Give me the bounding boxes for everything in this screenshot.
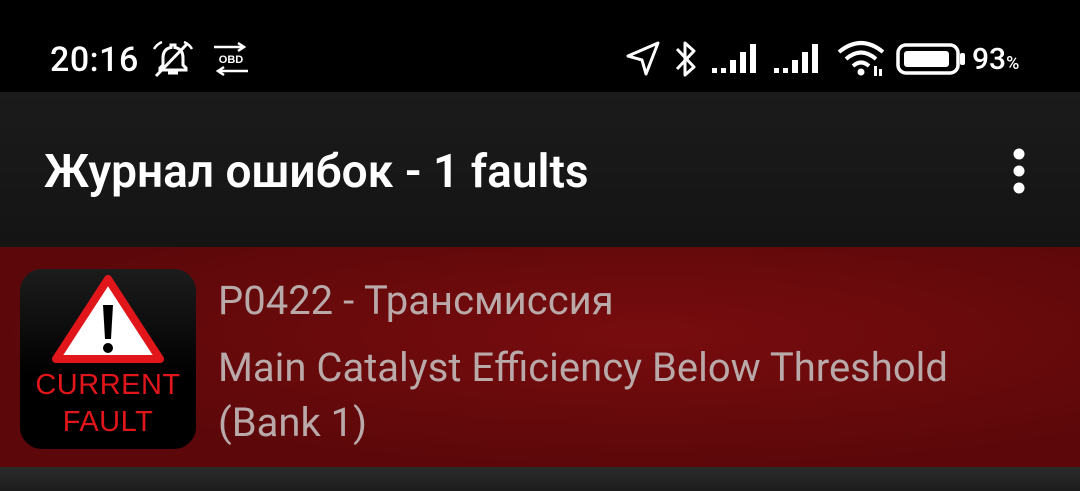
fault-code: P0422 - Трансмиссия [218, 277, 614, 324]
warning-triangle-icon [52, 275, 164, 363]
battery-unit: % [1006, 53, 1020, 74]
app-bar: Журнал ошибок - 1 faults [0, 92, 1080, 247]
overflow-menu-button[interactable] [990, 142, 1048, 200]
status-bar: 20:16 OBD 93% [0, 0, 1080, 92]
status-time: 20:16 [50, 40, 139, 80]
battery-icon [896, 43, 965, 75]
wifi-icon [837, 41, 885, 76]
bluetooth-icon [675, 41, 696, 77]
alarm-off-icon [152, 40, 194, 78]
obd-transfer-icon: OBD [214, 42, 248, 76]
location-arrow-icon [626, 41, 660, 76]
signal-sim2-icon [774, 44, 818, 73]
next-list-item-edge [0, 467, 1080, 491]
more-vertical-icon [1013, 148, 1025, 194]
fault-list-item[interactable]: CURRENT FAULT P0422 - Трансмиссия Main C… [0, 247, 1080, 467]
badge-label-fault: FAULT [62, 406, 154, 438]
screen: 20:16 OBD 93% Журнал ошибок - 1 faults C… [0, 0, 1080, 491]
battery-value: 93 [972, 42, 1007, 77]
battery-percentage: 93% [972, 41, 1019, 83]
badge-label-current: CURRENT [35, 369, 181, 401]
fault-description: Main Catalyst Efficiency Below Threshold… [218, 344, 948, 446]
signal-sim1-icon [712, 44, 756, 73]
obd-label: OBD [219, 54, 244, 66]
page-title: Журнал ошибок - 1 faults [44, 145, 589, 199]
current-fault-badge: CURRENT FAULT [20, 269, 196, 449]
